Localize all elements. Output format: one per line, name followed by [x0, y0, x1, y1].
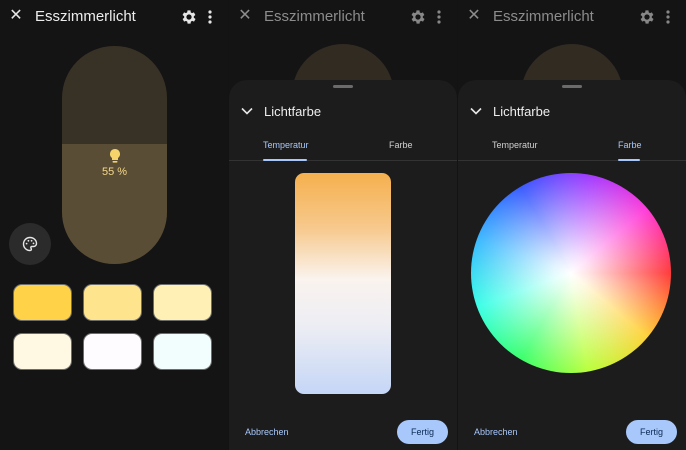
- drag-handle[interactable]: [562, 85, 582, 88]
- color-wheel[interactable]: [471, 173, 671, 373]
- page-title: Esszimmerlicht: [493, 8, 594, 25]
- close-icon: ✕: [467, 7, 481, 24]
- gear-icon: [411, 10, 425, 24]
- color-preset[interactable]: [13, 284, 72, 321]
- top-app-bar: ✕ Esszimmerlicht: [458, 0, 686, 34]
- more-vert-icon: [666, 10, 670, 24]
- light-color-sheet: Lichtfarbe Temperatur Farbe Abbrechen Fe…: [458, 80, 686, 450]
- light-color-temperature-screen: ✕ Esszimmerlicht Lichtfarbe Temperatur F…: [229, 0, 457, 450]
- close-icon: ✕: [238, 7, 252, 24]
- color-preset[interactable]: [153, 333, 212, 370]
- brightness-slider[interactable]: 55 %: [62, 46, 167, 264]
- more-vert-icon: [437, 10, 441, 24]
- color-preset[interactable]: [83, 284, 142, 321]
- tab-color[interactable]: Farbe: [389, 140, 413, 150]
- screens: ✕ Esszimmerlicht 55 % ✕ Esszimmerlicht L…: [0, 0, 686, 450]
- close-icon[interactable]: ✕: [8, 8, 24, 24]
- chevron-down-icon[interactable]: [241, 107, 253, 115]
- palette-icon: [22, 236, 38, 252]
- drag-handle[interactable]: [333, 85, 353, 88]
- gear-icon: [640, 10, 654, 24]
- color-palette-button[interactable]: [9, 223, 51, 265]
- cancel-button[interactable]: Abbrechen: [474, 427, 518, 437]
- tab-bar: Temperatur Farbe: [458, 136, 686, 161]
- more-vert-icon[interactable]: [206, 8, 214, 26]
- sheet-title: Lichtfarbe: [493, 104, 551, 119]
- color-preset[interactable]: [13, 333, 72, 370]
- top-app-bar: ✕ Esszimmerlicht: [0, 0, 228, 34]
- gear-icon[interactable]: [180, 8, 198, 26]
- active-tab-indicator: [263, 159, 307, 161]
- light-color-sheet: Lichtfarbe Temperatur Farbe Abbrechen Fe…: [229, 80, 457, 450]
- color-preset[interactable]: [153, 284, 212, 321]
- page-title: Esszimmerlicht: [35, 8, 136, 25]
- color-temperature-slider[interactable]: [295, 173, 391, 394]
- lightbulb-icon: [110, 149, 120, 163]
- light-color-hue-screen: ✕ Esszimmerlicht Lichtfarbe Temperatur F…: [458, 0, 686, 450]
- sheet-title: Lichtfarbe: [264, 104, 322, 119]
- color-preset[interactable]: [83, 333, 142, 370]
- tab-temperature[interactable]: Temperatur: [492, 140, 538, 150]
- top-app-bar: ✕ Esszimmerlicht: [229, 0, 457, 34]
- tab-temperature[interactable]: Temperatur: [263, 140, 309, 150]
- cancel-button[interactable]: Abbrechen: [245, 427, 289, 437]
- chevron-down-icon[interactable]: [470, 107, 482, 115]
- light-control-screen: ✕ Esszimmerlicht 55 %: [0, 0, 228, 450]
- done-button[interactable]: Fertig: [397, 420, 448, 444]
- done-button[interactable]: Fertig: [626, 420, 677, 444]
- tab-color[interactable]: Farbe: [618, 140, 642, 150]
- active-tab-indicator: [618, 159, 640, 161]
- tab-bar: Temperatur Farbe: [229, 136, 457, 161]
- brightness-value: 55 %: [101, 166, 128, 178]
- page-title: Esszimmerlicht: [264, 8, 365, 25]
